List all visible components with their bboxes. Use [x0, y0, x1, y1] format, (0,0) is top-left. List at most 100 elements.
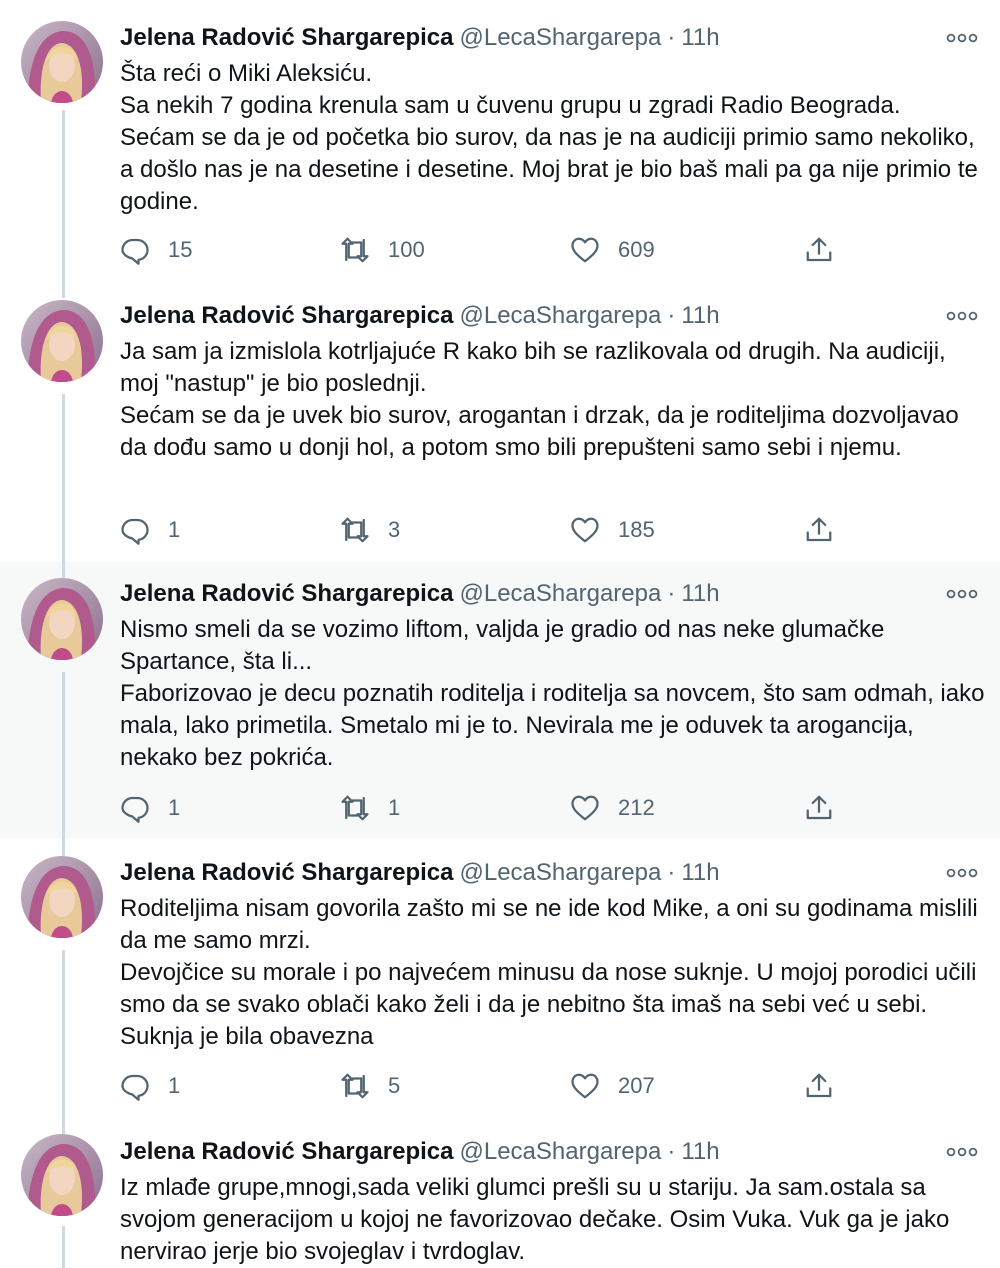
more-options-button[interactable] [944, 855, 980, 891]
retweet-icon [341, 1073, 369, 1099]
author-name[interactable]: Jelena Radović Shargarepica [120, 580, 454, 607]
thread-connector-line [62, 394, 65, 562]
more-horizontal-icon [946, 1147, 978, 1157]
like-count: 212 [618, 795, 655, 820]
thread-connector-line [62, 282, 65, 298]
tweet-paragraph: Iz mlađe grupe,mnogi,sada veliki glumci … [120, 1174, 950, 1265]
tweet[interactable]: Jelena Radović Shargarepica @LecaShargare… [0, 562, 1000, 838]
tweet-header: Jelena Radović Shargarepica @LecaShargare… [120, 855, 1000, 891]
tweet-text: Šta reći o Miki Aleksiću. Sa nekih 7 god… [120, 58, 990, 218]
reply-icon [121, 518, 149, 545]
share-button[interactable] [804, 1068, 834, 1104]
reply-button[interactable]: 1 [120, 790, 180, 826]
timestamp[interactable]: 11h [681, 302, 719, 329]
tweet-paragraph: Ja sam ja izmislola kotrljajuće R kako b… [120, 338, 946, 397]
author-handle[interactable]: @LecaShargarepa [460, 24, 662, 51]
share-button[interactable] [804, 232, 834, 268]
more-options-button[interactable] [944, 576, 980, 612]
reply-count: 15 [168, 237, 193, 262]
tweet[interactable]: Jelena Radović Shargarepica @LecaShargare… [0, 0, 1000, 286]
tweet[interactable]: Jelena Radović Shargarepica @LecaShargare… [0, 282, 1000, 562]
tweet-actions: 1 3 185 [120, 512, 850, 548]
thread-connector-line [62, 1122, 65, 1134]
tweet-paragraph: Sećam se da je od početka bio surov, da … [120, 124, 978, 215]
profile-photo [21, 300, 103, 382]
heart-icon [571, 795, 599, 821]
like-button[interactable]: 609 [570, 232, 655, 268]
like-button[interactable]: 185 [570, 512, 655, 548]
like-count: 207 [618, 1073, 655, 1098]
more-options-button[interactable] [944, 298, 980, 334]
tweet-text: Roditeljima nisam govorila zašto mi se n… [120, 893, 990, 1053]
avatar[interactable] [21, 578, 103, 660]
author-handle[interactable]: @LecaShargarepa [460, 859, 662, 886]
reply-button[interactable]: 1 [120, 1068, 180, 1104]
tweet-paragraph: Devojčice su morale i po najvećem minusu… [120, 959, 977, 1050]
more-horizontal-icon [946, 311, 978, 321]
separator-dot: · [667, 580, 676, 607]
like-count: 609 [618, 237, 655, 262]
more-options-button[interactable] [944, 20, 980, 56]
author-handle[interactable]: @LecaShargarepa [460, 302, 662, 329]
timestamp[interactable]: 11h [681, 1138, 719, 1165]
separator-dot: · [667, 302, 676, 329]
profile-photo [21, 578, 103, 660]
avatar[interactable] [21, 856, 103, 938]
like-button[interactable]: 207 [570, 1068, 655, 1104]
thread-connector-line [62, 1226, 65, 1268]
retweet-icon [341, 795, 369, 821]
author-name[interactable]: Jelena Radović Shargarepica [120, 24, 454, 51]
share-icon [806, 795, 832, 820]
timestamp[interactable]: 11h [681, 859, 719, 886]
more-horizontal-icon [946, 33, 978, 43]
share-button[interactable] [804, 790, 834, 826]
avatar[interactable] [21, 21, 103, 103]
retweet-button[interactable]: 3 [340, 512, 400, 548]
reply-count: 1 [168, 1073, 181, 1098]
reply-icon [121, 238, 149, 265]
author-name[interactable]: Jelena Radović Shargarepica [120, 859, 454, 886]
profile-photo [21, 21, 103, 103]
tweet-actions: 15 100 609 [120, 232, 850, 268]
tweet[interactable]: Jelena Radović Shargarepica @LecaShargare… [0, 838, 1000, 1122]
tweet-paragraph: Faborizovao je decu poznatih roditelja i… [120, 680, 985, 771]
reply-count: 1 [168, 795, 181, 820]
retweet-count: 1 [388, 795, 401, 820]
reply-button[interactable]: 15 [120, 232, 192, 268]
heart-icon [571, 237, 599, 263]
more-horizontal-icon [946, 868, 978, 878]
separator-dot: · [667, 24, 676, 51]
author-name[interactable]: Jelena Radović Shargarepica [120, 302, 454, 329]
tweet-actions: 1 5 207 [120, 1068, 850, 1104]
timestamp[interactable]: 11h [681, 24, 719, 51]
more-options-button[interactable] [944, 1134, 980, 1170]
avatar[interactable] [21, 1134, 103, 1216]
thread-connector-line [62, 562, 65, 578]
retweet-button[interactable]: 1 [340, 790, 400, 826]
author-handle[interactable]: @LecaShargarepa [460, 1138, 662, 1165]
share-icon [806, 517, 832, 542]
tweet-text: Iz mlađe grupe,mnogi,sada veliki glumci … [120, 1172, 990, 1268]
heart-icon [571, 517, 599, 543]
separator-dot: · [667, 859, 676, 886]
tweet-header: Jelena Radović Shargarepica @LecaShargare… [120, 298, 1000, 334]
retweet-button[interactable]: 100 [340, 232, 425, 268]
reply-count: 1 [168, 517, 181, 542]
avatar[interactable] [21, 300, 103, 382]
reply-icon [121, 796, 149, 823]
author-name[interactable]: Jelena Radović Shargarepica [120, 1138, 454, 1165]
like-button[interactable]: 212 [570, 790, 655, 826]
share-button[interactable] [804, 512, 834, 548]
retweet-icon [341, 237, 369, 263]
tweet-paragraph: Šta reći o Miki Aleksiću. [120, 60, 373, 87]
timestamp[interactable]: 11h [681, 580, 719, 607]
author-handle[interactable]: @LecaShargarepa [460, 580, 662, 607]
tweet[interactable]: Jelena Radović Shargarepica @LecaShargare… [0, 1122, 1000, 1268]
profile-photo [21, 1134, 103, 1216]
tweet-header: Jelena Radović Shargarepica @LecaShargare… [120, 20, 1000, 56]
reply-button[interactable]: 1 [120, 512, 180, 548]
profile-photo [21, 856, 103, 938]
thread-connector-line [62, 110, 65, 286]
retweet-button[interactable]: 5 [340, 1068, 400, 1104]
tweet-actions: 1 1 212 [120, 790, 850, 826]
